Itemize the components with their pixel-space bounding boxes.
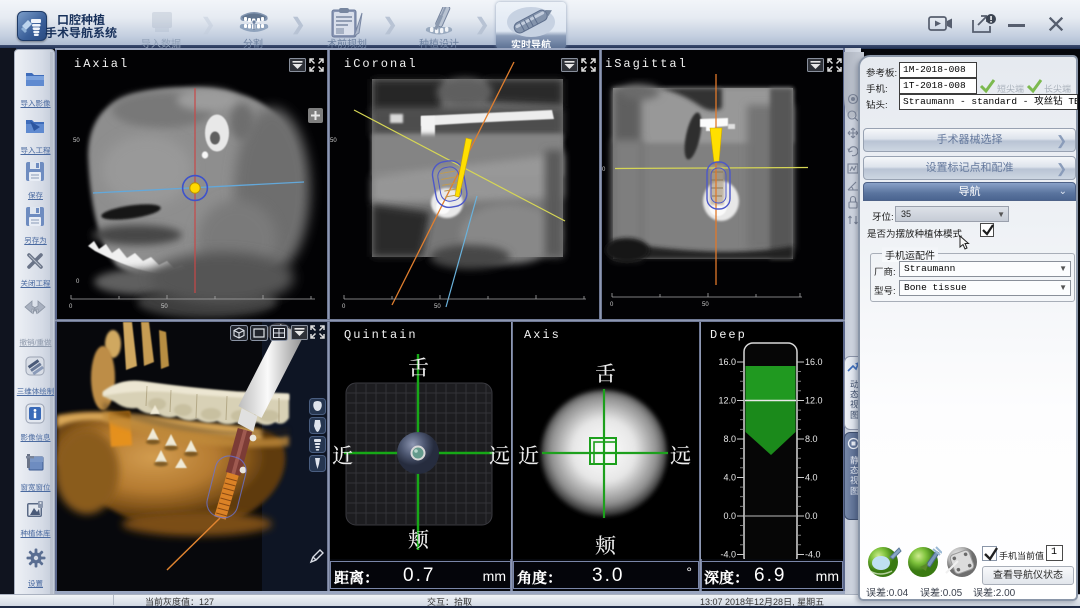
- svg-text:-4.0: -4.0: [720, 550, 736, 560]
- svg-text:16.0: 16.0: [805, 357, 823, 367]
- svg-text:0.0: 0.0: [805, 511, 818, 521]
- svg-text:8.0: 8.0: [805, 434, 818, 444]
- svg-text:0: 0: [602, 167, 606, 173]
- svg-text:-4.0: -4.0: [805, 550, 821, 560]
- svg-text:50: 50: [330, 138, 337, 144]
- svg-text:50: 50: [434, 304, 441, 310]
- svg-text:8.0: 8.0: [723, 434, 736, 444]
- svg-text:0: 0: [69, 304, 73, 310]
- svg-text:0: 0: [342, 304, 346, 310]
- svg-text:12.0: 12.0: [805, 396, 823, 406]
- svg-text:16.0: 16.0: [718, 357, 736, 367]
- svg-text:12.0: 12.0: [718, 396, 736, 406]
- svg-text:0: 0: [76, 279, 80, 285]
- svg-text:0.0: 0.0: [723, 511, 736, 521]
- svg-text:4.0: 4.0: [805, 473, 818, 483]
- svg-text:4.0: 4.0: [723, 473, 736, 483]
- svg-text:0: 0: [610, 302, 614, 308]
- svg-text:50: 50: [702, 302, 709, 308]
- svg-text:50: 50: [73, 138, 80, 144]
- svg-text:50: 50: [161, 304, 168, 310]
